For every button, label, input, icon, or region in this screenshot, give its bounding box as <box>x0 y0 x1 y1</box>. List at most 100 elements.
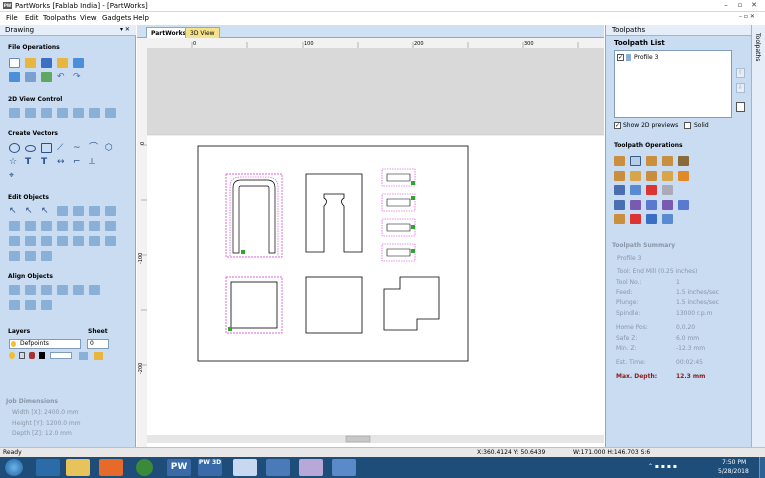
save-file-icon[interactable] <box>41 58 52 68</box>
solid-checkbox[interactable] <box>684 122 691 129</box>
node-edit-icon[interactable]: ↖ <box>25 206 36 216</box>
nest-icon[interactable] <box>41 236 52 246</box>
moulding-toolpath-icon[interactable] <box>678 171 689 181</box>
polyline-tool-icon[interactable]: ⟋ <box>57 143 68 153</box>
align-top-icon[interactable] <box>89 285 100 295</box>
menu-view[interactable]: View <box>80 13 97 23</box>
zoom-icon[interactable] <box>25 108 36 118</box>
partworks3d-taskbar-icon[interactable]: PW 3D <box>198 459 222 476</box>
feather-taskbar-icon[interactable] <box>299 459 323 476</box>
system-tray-icons[interactable]: ⌃ ▪ ▪ ▪ ▪ <box>648 463 708 471</box>
tab-3d-view[interactable]: 3D View <box>185 27 220 38</box>
transform-icon[interactable]: ↖ <box>41 206 52 216</box>
export-icon[interactable] <box>25 72 36 82</box>
nesting-icon[interactable] <box>630 214 641 224</box>
job-setup-icon[interactable] <box>9 72 20 82</box>
open-file-icon[interactable] <box>25 58 36 68</box>
texture-toolpath-icon[interactable] <box>662 171 673 181</box>
close-vector-icon[interactable] <box>25 236 36 246</box>
intersect-icon[interactable] <box>105 221 116 231</box>
layer-visible-icon[interactable] <box>9 352 15 359</box>
show-desktop-button[interactable] <box>759 457 765 478</box>
preview-toolpath-icon[interactable] <box>630 185 641 195</box>
v-carve-toolpath-icon[interactable] <box>662 156 673 166</box>
explorer-taskbar-icon[interactable] <box>66 459 90 476</box>
panel-pin-icon[interactable]: ▾ ✕ <box>120 26 130 33</box>
align-centers-icon[interactable] <box>25 285 36 295</box>
center-in-material-icon[interactable] <box>9 285 20 295</box>
trim-tool-icon[interactable]: ⟂ <box>89 157 100 167</box>
delete-toolpath-button[interactable] <box>736 102 745 112</box>
material-setup-icon[interactable] <box>630 200 641 210</box>
arc-tool-icon[interactable]: ⌒ <box>89 143 100 153</box>
text-tool-icon[interactable]: T <box>25 157 36 167</box>
media-player-taskbar-icon[interactable] <box>99 459 123 476</box>
distort-icon[interactable] <box>57 236 68 246</box>
zoom-job-icon[interactable] <box>89 108 100 118</box>
toolpath-template-icon[interactable] <box>646 200 657 210</box>
import-icon[interactable] <box>57 58 68 68</box>
draw-tool-icon[interactable]: ⌖ <box>9 171 20 181</box>
layer-lock-icon[interactable] <box>29 352 35 359</box>
delete-toolpath-icon[interactable] <box>646 185 657 195</box>
prism-toolpath-icon[interactable] <box>646 171 657 181</box>
smooth-icon[interactable] <box>73 236 84 246</box>
minimize-button[interactable]: – <box>721 1 731 10</box>
menu-help[interactable]: Help <box>133 13 149 23</box>
redo-icon[interactable]: ↷ <box>73 72 84 82</box>
menu-gadgets[interactable]: Gadgets <box>102 13 131 23</box>
sheet-select[interactable]: 0 <box>87 339 109 349</box>
profile-toolpath-icon[interactable] <box>614 156 625 166</box>
align-bottom-icon[interactable] <box>9 300 20 310</box>
partworks-taskbar-icon[interactable]: PW <box>167 459 191 476</box>
offset-icon[interactable] <box>57 221 68 231</box>
copy-toolpath-icon[interactable] <box>662 185 673 195</box>
tool-database-icon[interactable] <box>662 200 673 210</box>
undo-icon[interactable]: ↶ <box>57 72 68 82</box>
app-taskbar-icon[interactable] <box>266 459 290 476</box>
import-bitmap-icon[interactable] <box>73 58 84 68</box>
align-left-icon[interactable] <box>57 285 68 295</box>
fluting-toolpath-icon[interactable] <box>614 171 625 181</box>
quick-engrave-icon[interactable] <box>678 156 689 166</box>
bezier-icon[interactable] <box>25 251 36 261</box>
fillet-tool-icon[interactable]: ⌐ <box>73 157 84 167</box>
distribute-icon[interactable] <box>41 300 52 310</box>
ungroup-icon[interactable] <box>73 206 84 216</box>
show-2d-checkbox[interactable]: ✓ <box>614 122 621 129</box>
drill-toolpath-icon[interactable] <box>646 156 657 166</box>
cut-icon[interactable] <box>105 236 116 246</box>
pan-icon[interactable] <box>9 108 20 118</box>
curve-tool-icon[interactable]: ~ <box>73 143 84 153</box>
merge-toolpaths-icon[interactable] <box>614 200 625 210</box>
menu-edit[interactable]: Edit <box>25 13 39 23</box>
select-tool-icon[interactable]: ↖ <box>9 206 20 216</box>
toolpath-item-name[interactable]: Profile 3 <box>634 54 658 61</box>
chrome-taskbar-icon[interactable] <box>136 459 153 476</box>
paint-taskbar-icon[interactable] <box>233 459 257 476</box>
zoom-out-icon[interactable] <box>105 108 116 118</box>
horizontal-scroll-thumb[interactable] <box>345 435 371 443</box>
layer-color-picker[interactable] <box>50 352 72 359</box>
new-file-icon[interactable] <box>9 58 20 68</box>
rotate-icon[interactable] <box>9 221 20 231</box>
subtract-icon[interactable] <box>89 221 100 231</box>
zoom-all-icon[interactable] <box>57 108 68 118</box>
zoom-box-icon[interactable] <box>41 108 52 118</box>
vector-validator-icon[interactable] <box>41 251 52 261</box>
layer-color-icon[interactable] <box>39 352 45 359</box>
align-v-center-icon[interactable] <box>25 300 36 310</box>
polygon-tool-icon[interactable]: ⬡ <box>105 143 116 153</box>
restore-button[interactable]: ▫ <box>735 1 745 10</box>
star-tool-icon[interactable]: ☆ <box>9 157 20 167</box>
text-on-curve-icon[interactable]: T <box>41 157 52 167</box>
rectangle-tool-icon[interactable] <box>41 143 52 153</box>
mirror-icon[interactable] <box>89 206 100 216</box>
weld-icon[interactable] <box>73 221 84 231</box>
menu-file[interactable]: File <box>6 13 18 23</box>
join-icon[interactable] <box>9 236 20 246</box>
drawing-canvas[interactable]: 0 100 200 300 0 -100 -200 <box>137 38 604 447</box>
array-icon[interactable] <box>41 221 52 231</box>
horizontal-scrollbar[interactable] <box>147 435 604 443</box>
reset-preview-icon[interactable] <box>678 200 689 210</box>
